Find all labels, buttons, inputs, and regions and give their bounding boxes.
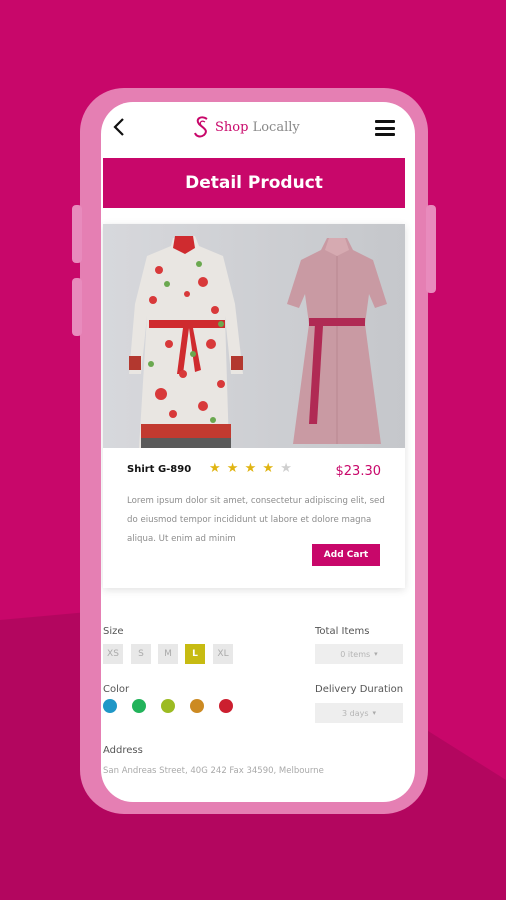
page-title: Detail Product: [103, 158, 405, 208]
color-swatch-red[interactable]: [219, 699, 233, 713]
star-icon: ★: [226, 461, 240, 476]
top-bar: Shop Locally: [101, 102, 415, 154]
color-swatch-blue[interactable]: [103, 699, 117, 713]
delivery-duration-select[interactable]: 3 days ▾: [315, 703, 403, 723]
total-items-select[interactable]: 0 items ▾: [315, 644, 403, 664]
phone-side-button: [426, 205, 436, 293]
chevron-down-icon: ▾: [374, 650, 378, 658]
product-image: [103, 224, 405, 448]
star-icon: ★: [209, 461, 222, 476]
add-cart-button[interactable]: Add Cart: [312, 544, 380, 566]
product-description: Lorem ipsum dolor sit amet, consectetur …: [127, 496, 385, 544]
phone-side-button: [72, 278, 82, 336]
app-logo: Shop Locally: [193, 115, 300, 139]
color-label: Color: [103, 684, 130, 695]
color-swatch-orange[interactable]: [190, 699, 204, 713]
color-swatch-green[interactable]: [132, 699, 146, 713]
total-items-label: Total Items: [315, 626, 370, 637]
menu-icon[interactable]: [375, 120, 395, 136]
size-option-m[interactable]: M: [158, 644, 178, 664]
chevron-down-icon: ▾: [372, 709, 377, 717]
color-swatch-lime[interactable]: [161, 699, 175, 713]
size-option-xs[interactable]: XS: [103, 644, 123, 664]
logo-text-sub: Locally: [252, 119, 300, 135]
size-option-s[interactable]: S: [131, 644, 151, 664]
address-label: Address: [103, 745, 143, 756]
star-icon: ★: [244, 461, 258, 476]
dress-illustration: [129, 236, 387, 448]
total-items-value: 0 items: [340, 649, 371, 659]
address-value: San Andreas Street, 40G 242 Fax 34590, M…: [103, 766, 324, 776]
rating-stars: ★ ★ ★ ★ ★: [209, 461, 293, 476]
app-screen: Shop Locally Detail Product Shirt G-890 …: [101, 102, 415, 802]
logo-mark-icon: [194, 116, 208, 138]
delivery-duration-value: 3 days: [341, 708, 369, 718]
star-empty-icon: ★: [280, 461, 293, 476]
delivery-duration-label: Delivery Duration: [315, 684, 404, 695]
back-arrow-icon[interactable]: [111, 116, 129, 138]
product-card: Shirt G-890 ★ ★ ★ ★ ★ $23.30 Lorem ipsum…: [103, 224, 405, 588]
star-icon: ★: [262, 461, 276, 476]
size-option-l[interactable]: L: [185, 644, 205, 664]
product-price: $23.30: [335, 464, 382, 479]
product-name: Shirt G-890: [127, 464, 192, 475]
size-label: Size: [103, 626, 124, 637]
logo-text-main: Shop: [215, 119, 249, 135]
size-option-xl[interactable]: XL: [213, 644, 233, 664]
phone-side-button: [72, 205, 82, 263]
